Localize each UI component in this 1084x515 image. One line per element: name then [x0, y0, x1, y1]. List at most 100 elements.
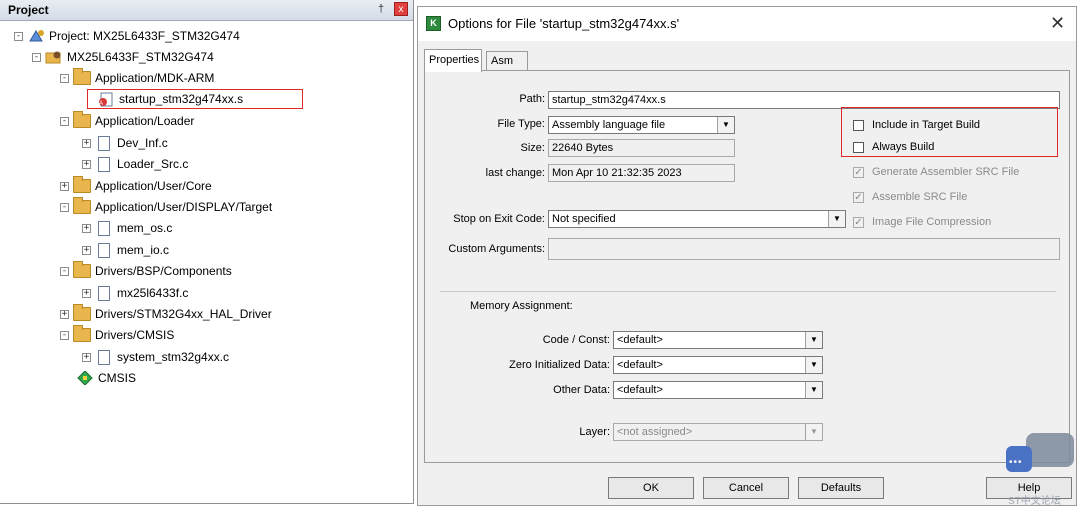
expand-icon[interactable]: +: [60, 309, 69, 319]
options-dialog: K Options for File 'startup_stm32g474xx.…: [417, 6, 1077, 506]
tree-item-label: mx25l6433f.c: [117, 286, 189, 300]
project-panel: Project † x - Project: MX25L6433F_STM32G…: [0, 0, 414, 504]
pin-icon[interactable]: †: [374, 2, 388, 16]
tree-item-label: mem_io.c: [117, 243, 170, 257]
folder-icon: [73, 261, 91, 278]
tree-item-label: Application/Loader: [95, 114, 195, 128]
other-data-value: <default>: [617, 384, 663, 396]
last-change-label: last change:: [485, 167, 545, 179]
stop-on-exit-label: Stop on Exit Code:: [453, 213, 545, 225]
tree-item[interactable]: - Drivers/CMSIS: [60, 325, 174, 345]
zero-init-select[interactable]: <default> ▼: [613, 356, 823, 374]
collapse-icon[interactable]: -: [14, 31, 23, 41]
chevron-down-icon[interactable]: ▼: [805, 357, 822, 373]
target-icon: [45, 50, 63, 64]
folder-icon: [73, 304, 91, 321]
collapse-icon[interactable]: -: [60, 202, 69, 212]
tree-item-label: MX25L6433F_STM32G474: [67, 50, 214, 64]
tree-item[interactable]: - Application/MDK-ARM: [60, 68, 214, 88]
tree-item-label: mem_os.c: [117, 221, 173, 235]
tree-item[interactable]: - Application/Loader: [60, 111, 194, 131]
file-type-value: Assembly language file: [552, 119, 666, 131]
tree-item[interactable]: + system_stm32g4xx.c: [82, 347, 229, 367]
code-const-label: Code / Const:: [542, 334, 610, 346]
panel-close-button[interactable]: x: [394, 2, 408, 16]
file-icon: [98, 349, 110, 365]
code-const-select[interactable]: <default> ▼: [613, 331, 823, 349]
layer-label: Layer:: [579, 426, 610, 438]
file-type-select[interactable]: Assembly language file ▼: [548, 116, 735, 134]
collapse-icon[interactable]: -: [60, 73, 69, 83]
expand-icon[interactable]: +: [60, 181, 69, 191]
checkbox-box: ✓: [853, 191, 864, 203]
tree-item-label: system_stm32g4xx.c: [117, 350, 230, 364]
watermark-text: ST中文论坛: [1008, 496, 1061, 507]
dialog-close-button[interactable]: ✕: [1050, 13, 1065, 34]
highlight-box: [87, 89, 303, 109]
tree-item-label: Drivers/STM32G4xx_HAL_Driver: [95, 307, 272, 321]
expand-icon[interactable]: +: [82, 245, 91, 255]
chevron-down-icon[interactable]: ▼: [805, 382, 822, 398]
defaults-button[interactable]: Defaults: [798, 477, 884, 499]
tree-item[interactable]: + mem_io.c: [82, 240, 169, 260]
expand-icon[interactable]: +: [82, 223, 91, 233]
tree-item-label: Dev_Inf.c: [117, 136, 168, 150]
memory-assignment-group: Memory Assignment: Code / Const: <defaul…: [440, 291, 1056, 452]
cancel-button[interactable]: Cancel: [703, 477, 789, 499]
keil-app-icon: K: [426, 16, 441, 31]
chevron-down-icon[interactable]: ▼: [717, 117, 734, 133]
file-icon: [98, 285, 110, 301]
tree-item[interactable]: + mx25l6433f.c: [82, 283, 188, 303]
folder-icon: [73, 325, 91, 342]
cmsis-diamond-icon: [76, 370, 94, 386]
custom-args-field[interactable]: [548, 238, 1060, 260]
chevron-down-icon[interactable]: ▼: [805, 332, 822, 348]
checkbox-label: Assemble SRC File: [872, 191, 968, 203]
expand-icon[interactable]: +: [82, 288, 91, 298]
tree-item-label: Drivers/CMSIS: [95, 328, 175, 342]
tree-item[interactable]: - MX25L6433F_STM32G474: [32, 47, 214, 67]
project-panel-header: Project † x: [0, 0, 413, 21]
tree-item[interactable]: + Application/User/Core: [60, 176, 212, 196]
checkbox-label: Generate Assembler SRC File: [872, 166, 1020, 178]
stop-on-exit-select[interactable]: Not specified ▼: [548, 210, 846, 228]
tab-properties[interactable]: Properties: [424, 49, 482, 72]
tree-item[interactable]: + Loader_Src.c: [82, 154, 188, 174]
custom-args-label: Custom Arguments:: [448, 243, 545, 255]
tree-item-label: Application/User/DISPLAY/Target: [95, 200, 273, 214]
tree-item[interactable]: - Project: MX25L6433F_STM32G474: [14, 26, 240, 46]
layer-value: <not assigned>: [617, 426, 693, 438]
tab-asm[interactable]: Asm: [486, 51, 528, 71]
other-data-select[interactable]: <default> ▼: [613, 381, 823, 399]
zero-init-label: Zero Initialized Data:: [509, 359, 610, 371]
tree-item[interactable]: + mem_os.c: [82, 218, 172, 238]
tree-item[interactable]: - Application/User/DISPLAY/Target: [60, 197, 272, 217]
collapse-icon[interactable]: -: [60, 330, 69, 340]
expand-icon[interactable]: +: [82, 352, 91, 362]
chevron-down-icon: ▼: [805, 424, 822, 440]
ok-button[interactable]: OK: [608, 477, 694, 499]
tree-item[interactable]: + Dev_Inf.c: [82, 133, 168, 153]
folder-icon: [73, 197, 91, 214]
generate-asm-src-checkbox: ✓ Generate Assembler SRC File: [853, 166, 1019, 178]
tree-item[interactable]: + Drivers/STM32G4xx_HAL_Driver: [60, 304, 272, 324]
layer-select: <not assigned> ▼: [613, 423, 823, 441]
collapse-icon[interactable]: -: [32, 52, 41, 62]
checkbox-box: ✓: [853, 166, 864, 178]
folder-icon: [73, 111, 91, 128]
project-icon: [27, 29, 45, 43]
assemble-src-checkbox: ✓ Assemble SRC File: [853, 191, 967, 203]
highlight-box: [841, 107, 1058, 157]
dialog-title: Options for File 'startup_stm32g474xx.s': [448, 16, 680, 31]
dialog-titlebar[interactable]: K Options for File 'startup_stm32g474xx.…: [418, 7, 1076, 41]
tree-item-label: Application/MDK-ARM: [95, 71, 215, 85]
expand-icon[interactable]: +: [82, 138, 91, 148]
collapse-icon[interactable]: -: [60, 116, 69, 126]
tree-item[interactable]: CMSIS: [76, 368, 136, 388]
expand-icon[interactable]: +: [82, 159, 91, 169]
chevron-down-icon[interactable]: ▼: [828, 211, 845, 227]
tree-item[interactable]: - Drivers/BSP/Components: [60, 261, 232, 281]
stop-on-exit-value: Not specified: [552, 213, 616, 225]
zero-init-value: <default>: [617, 359, 663, 371]
collapse-icon[interactable]: -: [60, 266, 69, 276]
